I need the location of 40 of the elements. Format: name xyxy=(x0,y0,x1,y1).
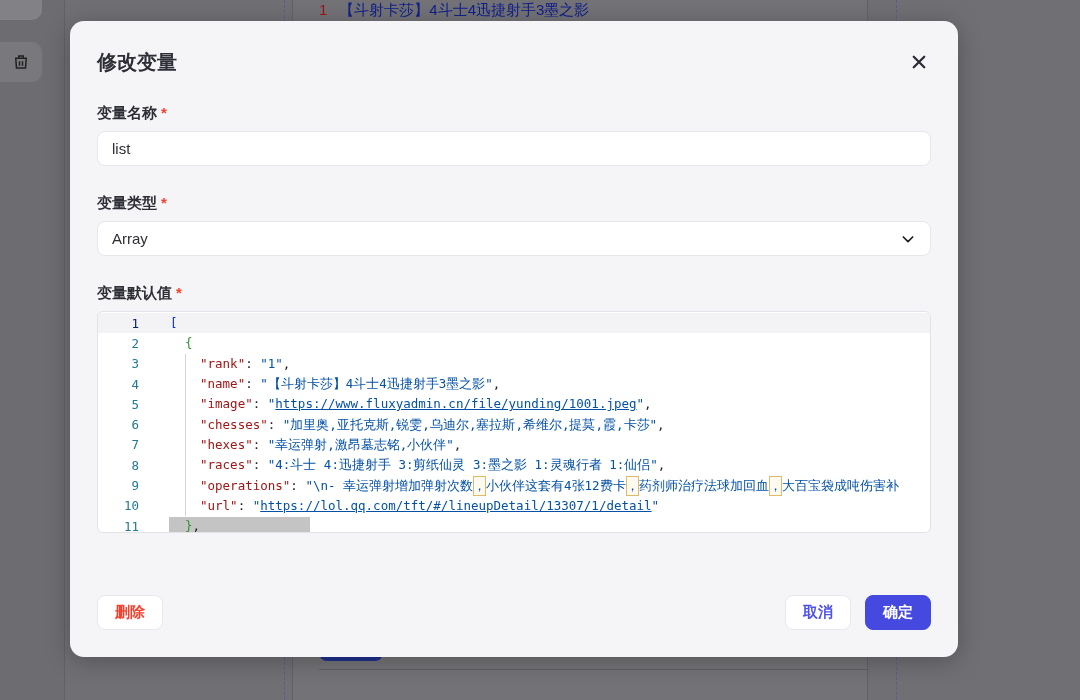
delete-button[interactable] xyxy=(0,42,42,82)
line-number: 11 xyxy=(122,518,139,532)
line-number: 1 xyxy=(130,315,139,331)
field-label: 变量类型 xyxy=(97,194,157,213)
list-number: 1 xyxy=(319,1,328,19)
code-line: "name": "【斗射卡莎】4斗士4迅捷射手3墨之影", xyxy=(200,375,501,394)
code-line: { xyxy=(185,334,193,353)
text-field[interactable]: list xyxy=(97,131,931,166)
cancel-button[interactable]: 取消 xyxy=(785,595,851,630)
line-number: 4 xyxy=(130,376,139,392)
close-icon xyxy=(910,53,928,71)
line-number: 6 xyxy=(130,417,139,433)
required-mark: * xyxy=(161,194,167,213)
code-line: "url": "https://lol.qq.com/tft/#/lineupDetail/13307/1/detail" xyxy=(200,496,660,515)
code-line: [ xyxy=(170,314,178,333)
close-button[interactable] xyxy=(910,53,928,71)
line-number: 7 xyxy=(130,437,139,453)
confirm-button[interactable]: 确定 xyxy=(865,595,931,630)
line-number: 5 xyxy=(130,396,139,412)
required-mark: * xyxy=(161,104,167,123)
line-number: 8 xyxy=(130,457,139,473)
line-number: 9 xyxy=(130,478,139,493)
code-line: "rank": "1", xyxy=(200,354,291,373)
line-number: 10 xyxy=(122,498,139,514)
code-line: "chesses": "加里奥,亚托克斯,锐雯,乌迪尔,塞拉斯,希维尔,提莫,霞,卡莎", xyxy=(200,415,665,434)
dialog-title: 修改变量 xyxy=(97,49,177,75)
code-line: "races": "4:斗士 4:迅捷射手 3:剪纸仙灵 3:墨之影 1:灵魂行者 1:仙侣", xyxy=(200,456,666,475)
required-mark: * xyxy=(176,284,182,303)
code-editor[interactable] xyxy=(97,311,931,533)
select-field[interactable]: Array xyxy=(97,221,931,256)
field-label: 变量名称 xyxy=(97,104,157,123)
line-number: 2 xyxy=(130,335,139,351)
code-line: "image": "https://www.fluxyadmin.cn/file/yunding/1001.jpeg", xyxy=(200,395,652,414)
code-line: }, xyxy=(185,517,201,532)
line-number: 3 xyxy=(130,356,139,372)
code-line: "hexes": "幸运弹射,激昂墓志铭,小伙伴", xyxy=(200,435,462,454)
trash-icon xyxy=(12,53,30,71)
delete-button[interactable]: 删除 xyxy=(97,595,163,630)
field-label: 变量默认值 xyxy=(97,284,172,303)
code-line: "operations": "\n- 幸运弹射增加弹射次数，小伙伴这套有4张12费卡，药剂师治疗法球加回血，大百宝袋成吨伤害补 xyxy=(200,475,899,496)
